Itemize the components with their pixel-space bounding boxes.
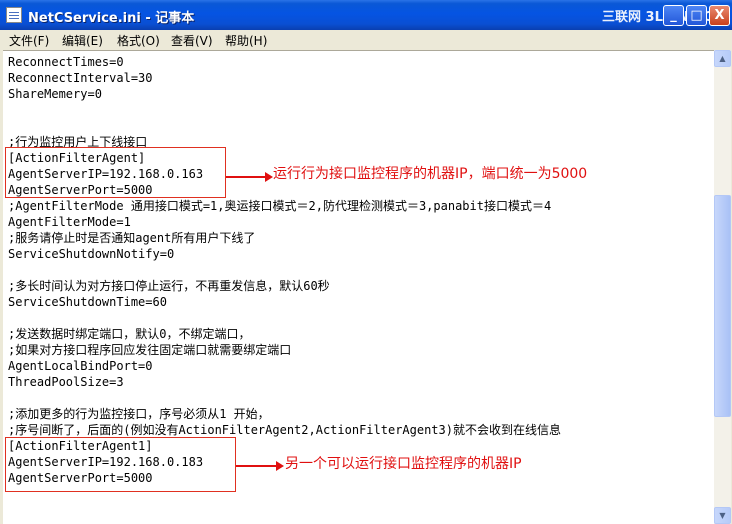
menu-view[interactable]: 查看(V) bbox=[171, 32, 213, 49]
annotation-agent: 运行行为接口监控程序的机器IP，端口统一为5000 bbox=[273, 166, 588, 182]
arrow-agent1 bbox=[236, 461, 284, 471]
menu-format[interactable]: 格式(O) bbox=[117, 32, 160, 49]
window-title: NetCService.ini - 记事本 bbox=[28, 11, 195, 26]
editor-line: ;多长时间认为对方接口停止运行，不再重发信息，默认60秒 bbox=[8, 279, 330, 293]
arrow-agent bbox=[226, 172, 273, 182]
highlight-box-agent1 bbox=[5, 437, 236, 492]
scroll-down-icon[interactable]: ▼ bbox=[714, 507, 731, 524]
editor-line: ServiceShutdownNotify=0 bbox=[8, 247, 175, 261]
editor-line: ReconnectInterval=30 bbox=[8, 71, 153, 85]
editor-line: ServiceShutdownTime=60 bbox=[8, 295, 167, 309]
annotation-agent1: 另一个可以运行接口监控程序的机器IP bbox=[285, 456, 522, 472]
minimize-button[interactable]: _ bbox=[663, 5, 684, 26]
notepad-icon bbox=[6, 7, 22, 23]
text-editor-area[interactable]: ReconnectTimes=0 ReconnectInterval=30 Sh… bbox=[3, 50, 714, 524]
editor-line: ;服务请停止时是否通知agent所有用户下线了 bbox=[8, 231, 256, 245]
editor-line: ShareMemery=0 bbox=[8, 87, 102, 101]
highlight-box-agent bbox=[5, 147, 226, 198]
menu-edit[interactable]: 编辑(E) bbox=[62, 32, 103, 49]
editor-line: ;发送数据时绑定端口，默认0，不绑定端口， bbox=[8, 327, 251, 341]
editor-line: ;序号间断了，后面的(例如没有ActionFilterAgent2,Action… bbox=[8, 423, 561, 437]
menu-bar: 文件(F) 编辑(E) 格式(O) 查看(V) 帮助(H) bbox=[0, 30, 732, 50]
editor-line: ThreadPoolSize=3 bbox=[8, 375, 124, 389]
notepad-window: NetCService.ini - 记事本 三联网 3LIAN.COM _ □ … bbox=[0, 0, 732, 524]
maximize-button[interactable]: □ bbox=[686, 5, 707, 26]
title-bar[interactable]: NetCService.ini - 记事本 三联网 3LIAN.COM _ □ … bbox=[0, 0, 732, 30]
menu-file[interactable]: 文件(F) bbox=[9, 32, 49, 49]
editor-line: AgentFilterMode=1 bbox=[8, 215, 131, 229]
editor-line: ;如果对方接口程序回应发往固定端口就需要绑定端口 bbox=[8, 343, 292, 357]
scrollbar-thumb[interactable] bbox=[714, 195, 731, 417]
vertical-scrollbar[interactable]: ▲ ▼ bbox=[714, 50, 731, 524]
editor-line: ;添加更多的行为监控接口，序号必须从1 开始， bbox=[8, 407, 270, 421]
editor-line: ;AgentFilterMode 通用接口模式=1,奥运接口模式＝2,防代理检测… bbox=[8, 199, 552, 213]
editor-line: ReconnectTimes=0 bbox=[8, 55, 124, 69]
close-button[interactable]: X bbox=[709, 5, 730, 26]
editor-line: AgentLocalBindPort=0 bbox=[8, 359, 153, 373]
scroll-up-icon[interactable]: ▲ bbox=[714, 50, 731, 67]
menu-help[interactable]: 帮助(H) bbox=[225, 32, 267, 49]
